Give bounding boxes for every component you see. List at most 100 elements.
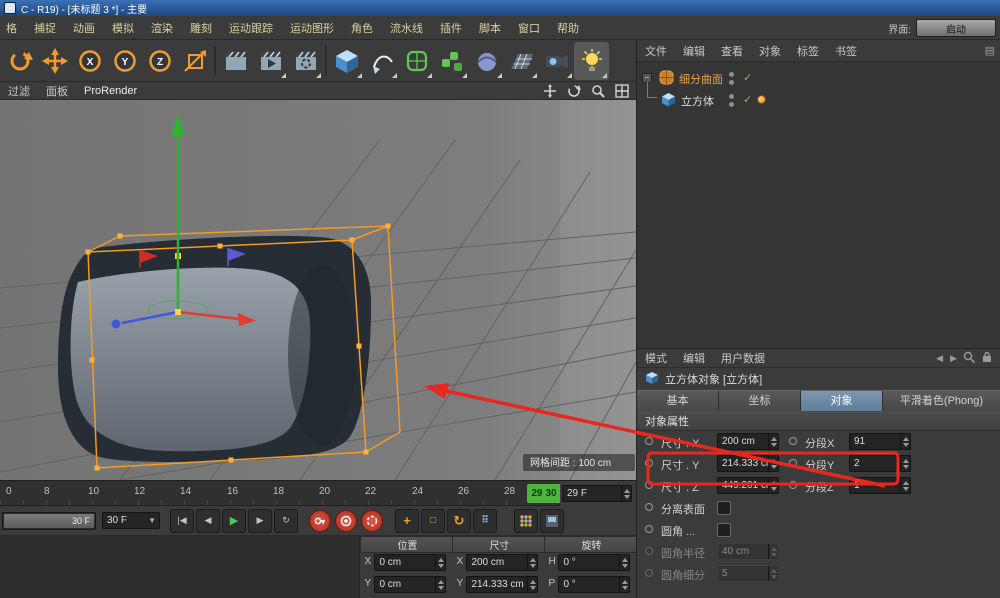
viewport-menu-prorender[interactable]: ProRender (84, 85, 137, 97)
rot-h-field[interactable]: 0 ° (558, 554, 630, 571)
next-frame-button[interactable]: ▶ (248, 509, 272, 533)
go-to-start-button[interactable]: |◀ (170, 509, 194, 533)
object-row-cube[interactable]: 立方体 ✓ (637, 90, 1000, 110)
mograph-cloner-button[interactable] (434, 42, 469, 80)
anim-dot[interactable] (645, 437, 653, 445)
tab-coordinates[interactable]: 坐标 (719, 390, 801, 411)
autokeying-button[interactable] (335, 510, 357, 532)
move-tool-icon[interactable] (37, 42, 72, 80)
size-z-field[interactable]: 449.201 cm (717, 477, 779, 494)
om-menu-file[interactable]: 文件 (645, 43, 667, 59)
history-forward-icon[interactable]: ▶ (950, 353, 957, 364)
om-menu-object[interactable]: 对象 (759, 43, 781, 59)
max-frame-field[interactable]: 30 F ▼ (102, 512, 160, 529)
snapshot-icon[interactable] (540, 509, 564, 533)
viewport-menu-filter[interactable]: 过滤 (8, 83, 30, 99)
am-menu-userdata[interactable]: 用户数据 (721, 350, 765, 366)
tab-phong[interactable]: 平滑着色(Phong) (883, 390, 1000, 411)
menu-item[interactable]: 帮助 (557, 20, 579, 36)
size-x-field[interactable]: 200 cm (466, 554, 538, 571)
om-menu-tag[interactable]: 标签 (797, 43, 819, 59)
record-scale-toggle[interactable]: □ (421, 509, 445, 533)
fillet-checkbox[interactable] (717, 523, 731, 537)
anim-dot[interactable] (789, 437, 797, 445)
anim-dot[interactable] (645, 481, 653, 489)
camera-button[interactable] (539, 42, 574, 80)
interface-dropdown[interactable]: 启动 (916, 19, 996, 37)
record-parameter-toggle[interactable]: ⠿ (473, 509, 497, 533)
om-menu-view[interactable]: 查看 (721, 43, 743, 59)
keyframe-selection-button[interactable] (361, 510, 383, 532)
tab-object[interactable]: 对象 (801, 390, 883, 411)
object-properties-section-header[interactable]: 对象属性 (637, 411, 1000, 431)
axis-lock-x-button[interactable]: X (72, 42, 107, 80)
object-name[interactable]: 细分曲面 (679, 71, 723, 87)
segments-x-field[interactable]: 91 (849, 433, 911, 450)
om-menu-edit[interactable]: 编辑 (683, 43, 705, 59)
viewport-3d[interactable]: 网格间距 : 100 cm (0, 100, 636, 480)
coordinate-system-button[interactable] (177, 42, 212, 80)
draw-spline-button[interactable] (364, 42, 399, 80)
add-cube-button[interactable] (329, 42, 364, 80)
menu-item[interactable]: 渲染 (151, 20, 173, 36)
record-rotation-toggle[interactable]: ↻ (447, 509, 471, 533)
record-position-toggle[interactable]: + (395, 509, 419, 533)
menu-item[interactable]: 格 (6, 20, 17, 36)
axis-lock-z-button[interactable]: Z (142, 42, 177, 80)
menu-item[interactable]: 动画 (73, 20, 95, 36)
menu-item[interactable]: 窗口 (518, 20, 540, 36)
orbit-view-icon[interactable] (565, 83, 582, 98)
timeline-playhead[interactable]: 2930 (527, 484, 561, 503)
loop-button[interactable]: ↻ (274, 509, 298, 533)
menu-item[interactable]: 角色 (351, 20, 373, 36)
cube-object[interactable] (58, 236, 371, 462)
size-x-field[interactable]: 200 cm (717, 433, 779, 450)
om-panel-menu-icon[interactable]: ▤ (985, 44, 995, 57)
menu-item[interactable]: 捕捉 (34, 20, 56, 36)
toggle-views-icon[interactable] (613, 83, 630, 98)
axis-lock-y-button[interactable]: Y (107, 42, 142, 80)
rot-p-field[interactable]: 0 ° (558, 576, 630, 593)
history-back-icon[interactable]: ◀ (936, 353, 943, 364)
menu-item[interactable]: 插件 (440, 20, 462, 36)
timeline-ruler[interactable]: 0 8 10 12 14 16 18 20 22 24 26 28 2930 (0, 480, 560, 506)
size-y-field[interactable]: 214.333 cm (717, 455, 779, 472)
separate-surfaces-checkbox[interactable] (717, 501, 731, 515)
viewport-menu-panel[interactable]: 面板 (46, 83, 68, 99)
previous-frame-button[interactable]: ◀ (196, 509, 220, 533)
rotate-tool-icon[interactable] (2, 42, 37, 80)
z-axis-handle[interactable] (112, 320, 121, 329)
menu-item[interactable]: 雕刻 (190, 20, 212, 36)
am-menu-mode[interactable]: 模式 (645, 350, 667, 366)
light-button[interactable] (574, 42, 609, 80)
phong-tag-icon[interactable] (757, 95, 766, 104)
anim-dot[interactable] (645, 525, 653, 533)
segments-z-field[interactable]: 1 (849, 477, 911, 494)
subdivision-surface-button[interactable] (399, 42, 434, 80)
timeline-range-slider[interactable]: 30 F (2, 512, 96, 530)
current-frame-field[interactable]: 29 F (562, 485, 632, 502)
pos-y-field[interactable]: 0 cm (374, 576, 446, 593)
edit-render-settings-button[interactable] (288, 42, 323, 80)
anim-dot[interactable] (789, 481, 797, 489)
tab-basic[interactable]: 基本 (637, 390, 719, 411)
pan-view-icon[interactable] (541, 83, 558, 98)
menu-item[interactable]: 运动跟踪 (229, 20, 273, 36)
visibility-dots[interactable] (729, 72, 734, 85)
size-y-field[interactable]: 214.333 cm (466, 576, 538, 593)
zoom-view-icon[interactable] (589, 83, 606, 98)
play-button[interactable]: ▶ (222, 509, 246, 533)
anim-dot[interactable] (789, 459, 797, 467)
object-name[interactable]: 立方体 (681, 93, 714, 109)
search-icon[interactable] (963, 351, 975, 366)
visibility-dots[interactable] (729, 94, 734, 107)
anim-dot[interactable] (645, 503, 653, 511)
menu-item[interactable]: 脚本 (479, 20, 501, 36)
keyframe-palette-icon[interactable] (514, 509, 538, 533)
record-keyframe-button[interactable] (309, 510, 331, 532)
segments-y-field[interactable]: 2 (849, 455, 911, 472)
floor-object-button[interactable] (504, 42, 539, 80)
enabled-check-icon[interactable]: ✓ (743, 93, 752, 106)
deformer-button[interactable] (469, 42, 504, 80)
object-row-subdivision-surface[interactable]: − 细分曲面 ✓ (637, 68, 1000, 88)
